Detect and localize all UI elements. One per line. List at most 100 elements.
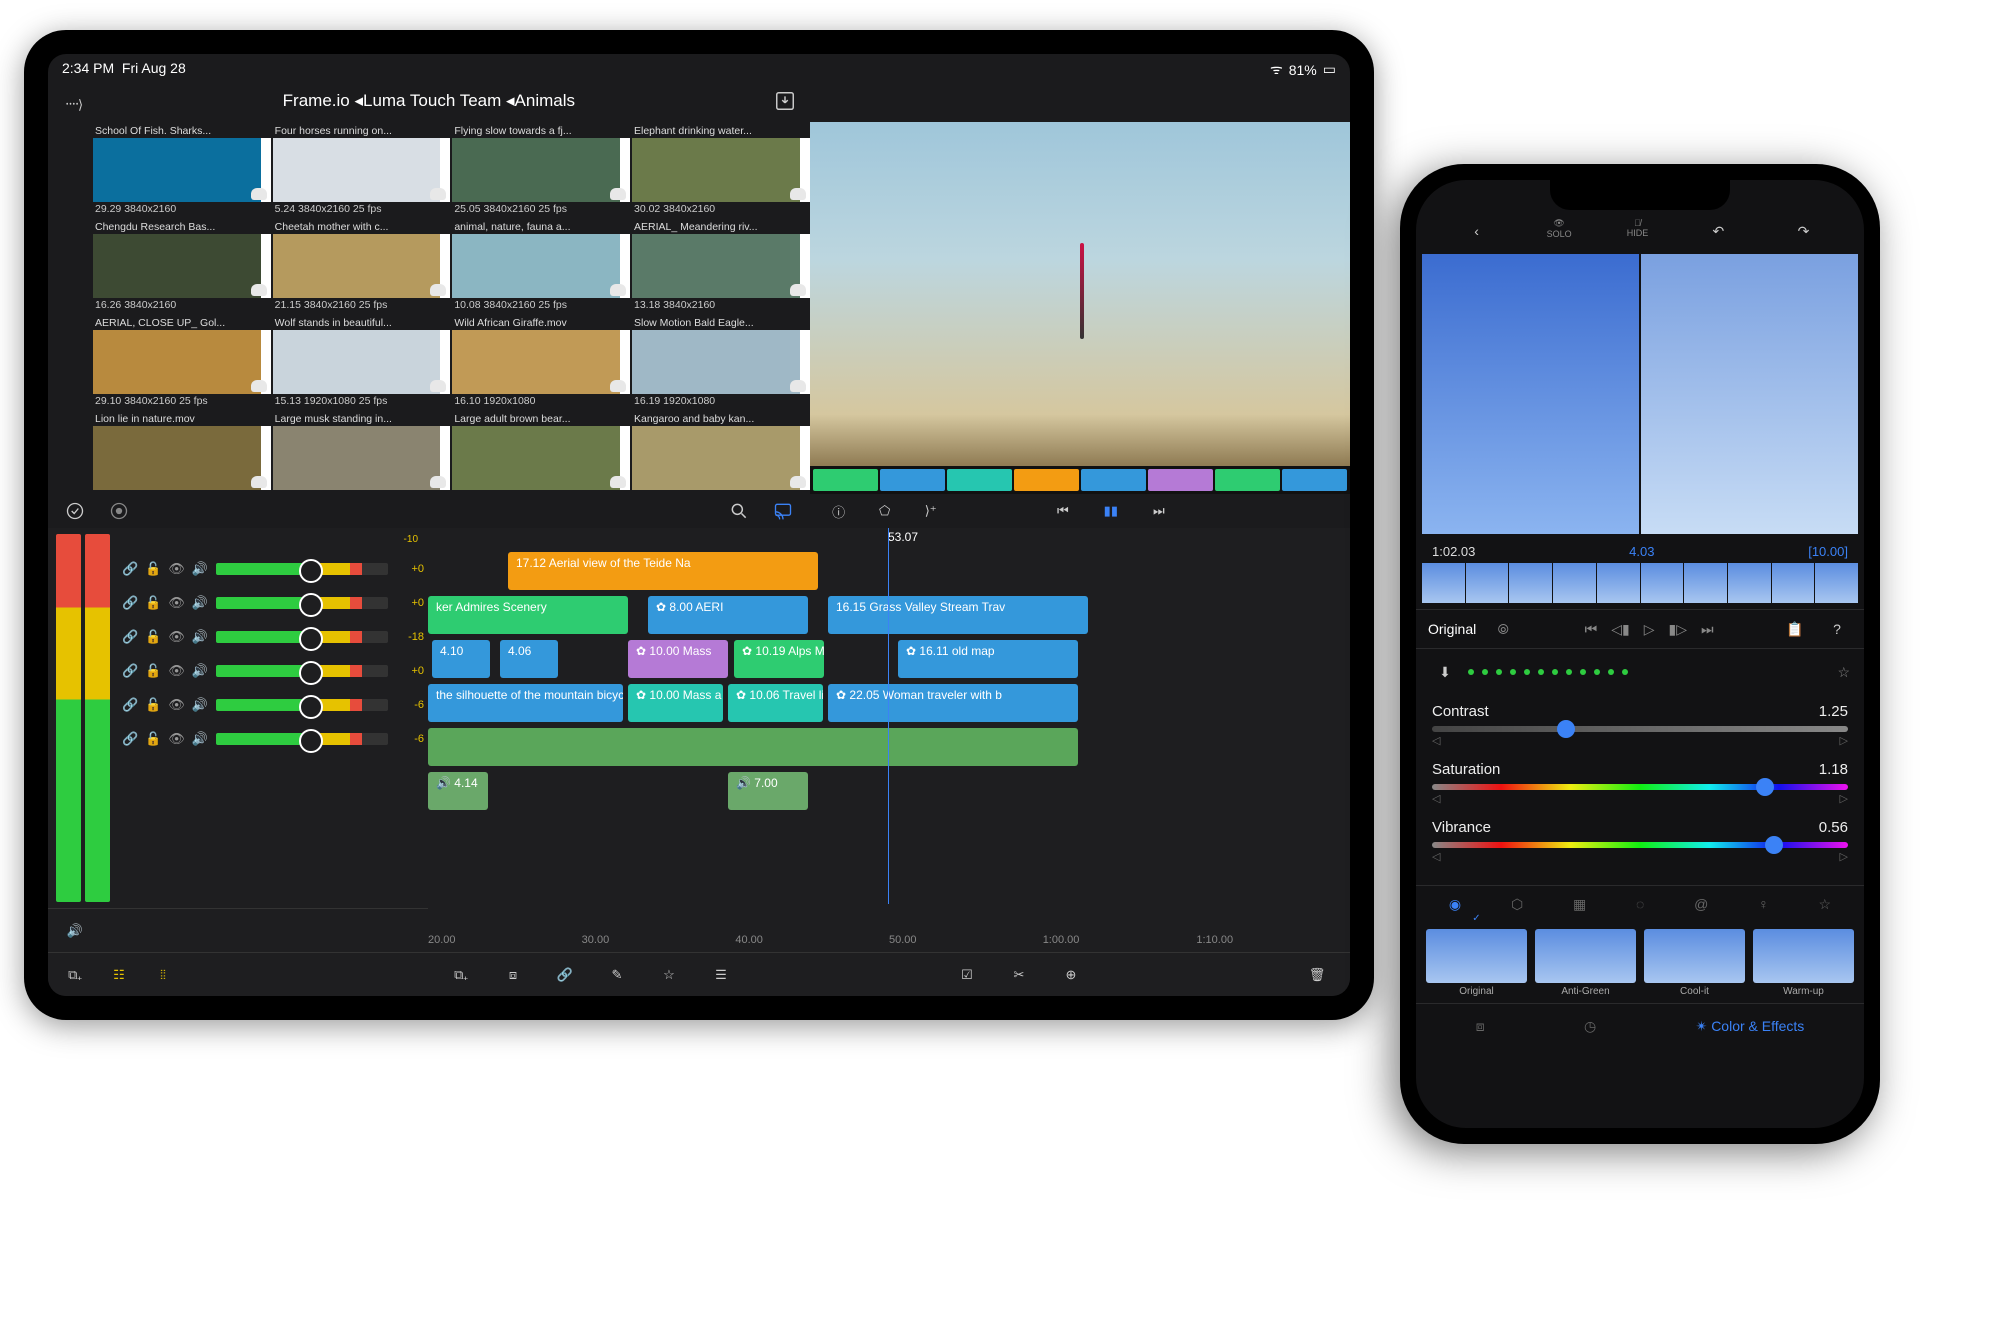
visibility-icon[interactable]: 👁	[168, 663, 185, 679]
timeline-clip[interactable]: 🔊 7.00	[728, 772, 808, 810]
mute-icon[interactable]: 🔊	[192, 731, 208, 747]
fx-tab-fav-icon[interactable]: ☆	[1819, 896, 1832, 913]
library-clip[interactable]: Lion lie in nature.mov	[93, 412, 269, 492]
library-clip[interactable]: Wild African Giraffe.mov16.10 1920x1080	[452, 316, 628, 408]
info-icon[interactable]: ⓘ	[824, 498, 854, 524]
import-icon[interactable]	[770, 88, 800, 114]
delete-icon[interactable]: 🗑	[1302, 962, 1332, 988]
library-breadcrumb[interactable]: Frame.io ◂Luma Touch Team ◂Animals	[98, 91, 760, 111]
link-icon[interactable]: 🔗	[122, 629, 138, 645]
cast-icon[interactable]	[768, 498, 798, 524]
fx-tab-blur-icon[interactable]: ◌	[1636, 896, 1644, 913]
lock-icon[interactable]: 🔓	[145, 731, 161, 747]
library-clip[interactable]: AERIAL_ Meandering riv...13.18 3840x2160	[632, 220, 808, 312]
ip-stepfwd-icon[interactable]: ▮▷	[1669, 621, 1687, 638]
timeline-clip[interactable]: ✿ 10.06 Travel lif	[728, 684, 823, 722]
timeline-track[interactable]: 🔊 4.14🔊 7.00	[428, 772, 1350, 810]
fx-tab-grid-icon[interactable]: ▦	[1573, 896, 1586, 913]
library-clip[interactable]: Cheetah mother with c...21.15 3840x2160 …	[273, 220, 449, 312]
timeline-clip[interactable]: 4.06	[500, 640, 558, 678]
mark-icon[interactable]: ☑	[952, 962, 982, 988]
link-icon[interactable]: 🔗	[122, 731, 138, 747]
preset-original[interactable]: Original	[1426, 929, 1527, 997]
ip-play-icon[interactable]: ▷	[1644, 621, 1655, 638]
library-clip[interactable]: Large musk standing in...	[273, 412, 449, 492]
add-track-icon[interactable]: ⧉₊	[60, 962, 90, 988]
timeline-clip[interactable]: 17.12 Aerial view of the Teide Na	[508, 552, 818, 590]
timeline-clip[interactable]: ✿ 10.00 Mass a	[628, 684, 723, 722]
volume-slider[interactable]	[216, 733, 388, 745]
lock-icon[interactable]: 🔓	[145, 629, 161, 645]
library-clip[interactable]: Four horses running on...5.24 3840x2160 …	[273, 124, 449, 216]
notes-icon[interactable]: ☰	[706, 962, 736, 988]
mute-icon[interactable]: 🔊	[192, 697, 208, 713]
prev-icon[interactable]: ⏮	[1048, 498, 1078, 524]
mute-icon[interactable]: 🔊	[192, 561, 208, 577]
insert-icon[interactable]: ⧉₊	[446, 962, 476, 988]
preset-warm-up[interactable]: Warm-up	[1753, 929, 1854, 997]
timeline-clip[interactable]: ✿ 8.00 AERI	[648, 596, 808, 634]
timeline-clip[interactable]: ✿ 22.05 Woman traveler with b	[828, 684, 1078, 722]
hide-icon[interactable]: 👁̸	[1634, 218, 1641, 228]
favorite-icon[interactable]: ☆	[654, 962, 684, 988]
source-icon[interactable]: ᠁⟩	[58, 88, 88, 114]
link-icon[interactable]: 🔗	[122, 697, 138, 713]
search-icon[interactable]	[724, 498, 754, 524]
slider-track[interactable]	[1432, 726, 1848, 732]
crop-tab-icon[interactable]: ⧈	[1476, 1018, 1485, 1035]
keyframe-dots[interactable]: ⬇ ☆	[1416, 649, 1864, 695]
timeline-clip[interactable]	[428, 728, 1078, 766]
solo-icon[interactable]: 👁	[1553, 218, 1564, 229]
link-icon[interactable]: 🔗	[122, 663, 138, 679]
timeline-clip[interactable]: 4.10	[432, 640, 490, 678]
preset-anti-green[interactable]: Anti-Green	[1535, 929, 1636, 997]
timeline-clip[interactable]: the silhouette of the mountain bicyc	[428, 684, 623, 722]
fx-tab-color-icon[interactable]: ◉	[1449, 896, 1461, 913]
library-clip[interactable]: Wolf stands in beautiful...15.13 1920x10…	[273, 316, 449, 408]
view-mode2-icon[interactable]: ⦙⦙	[148, 962, 178, 988]
time-ruler[interactable]: 20.0030.0040.0050.001:00.001:10.00	[428, 928, 1350, 952]
library-clip[interactable]: AERIAL, CLOSE UP_ Gol...29.10 3840x2160 …	[93, 316, 269, 408]
select-all-icon[interactable]	[60, 498, 90, 524]
timeline-clip[interactable]: ker Admires Scenery	[428, 596, 628, 634]
clipboard-icon[interactable]: 📋	[1780, 616, 1810, 642]
ip-stepback-icon[interactable]: ◁▮	[1611, 621, 1629, 638]
volume-slider[interactable]	[216, 699, 388, 711]
visibility-icon[interactable]: 👁	[168, 697, 185, 713]
library-clip[interactable]: Chengdu Research Bas...16.26 3840x2160	[93, 220, 269, 312]
master-volume-icon[interactable]: 🔊	[60, 918, 90, 944]
library-clip[interactable]: Kangaroo and baby kan...	[632, 412, 808, 492]
back-icon[interactable]: ‹	[1462, 218, 1492, 244]
volume-slider[interactable]	[216, 563, 388, 575]
ip-prev-icon[interactable]: ⏮	[1585, 621, 1598, 638]
marker-add-icon[interactable]: ⬠	[870, 498, 900, 524]
iphone-filmstrip[interactable]	[1422, 563, 1858, 603]
lock-icon[interactable]: 🔓	[145, 561, 161, 577]
waveform-icon[interactable]: ⟩⁺	[916, 498, 946, 524]
overwrite-icon[interactable]: ⧈	[498, 962, 528, 988]
volume-slider[interactable]	[216, 665, 388, 677]
timeline-track[interactable]: the silhouette of the mountain bicyc✿ 10…	[428, 684, 1350, 722]
speed-tab-icon[interactable]: ◷	[1584, 1018, 1596, 1035]
fx-tab-light-icon[interactable]: ♀	[1758, 896, 1769, 913]
link-icon[interactable]: 🔗	[122, 561, 138, 577]
library-clip[interactable]: Slow Motion Bald Eagle...16.19 1920x1080	[632, 316, 808, 408]
timeline-clip[interactable]: ✿ 10.19 Alps M	[734, 640, 824, 678]
visibility-icon[interactable]: 👁	[168, 731, 185, 747]
help-icon[interactable]: ?	[1822, 616, 1852, 642]
link-icon[interactable]: 🔗	[550, 962, 580, 988]
split-icon[interactable]: ✂	[1004, 962, 1034, 988]
library-clip[interactable]: Large adult brown bear...	[452, 412, 628, 492]
edit-icon[interactable]: ✎	[602, 962, 632, 988]
slider-track[interactable]	[1432, 842, 1848, 848]
pause-icon[interactable]: ▮▮	[1096, 498, 1126, 524]
playhead[interactable]	[888, 528, 889, 904]
slider-knob[interactable]	[1765, 836, 1783, 854]
preset-cool-it[interactable]: Cool-it	[1644, 929, 1745, 997]
volume-slider[interactable]	[216, 597, 388, 609]
download-kf-icon[interactable]: ⬇	[1430, 659, 1460, 685]
mute-icon[interactable]: 🔊	[192, 663, 208, 679]
library-clip[interactable]: Flying slow towards a fj...25.05 3840x21…	[452, 124, 628, 216]
library-clip[interactable]: School Of Fish. Sharks...29.29 3840x2160	[93, 124, 269, 216]
timeline-clip[interactable]: ✿ 16.11 old map	[898, 640, 1078, 678]
